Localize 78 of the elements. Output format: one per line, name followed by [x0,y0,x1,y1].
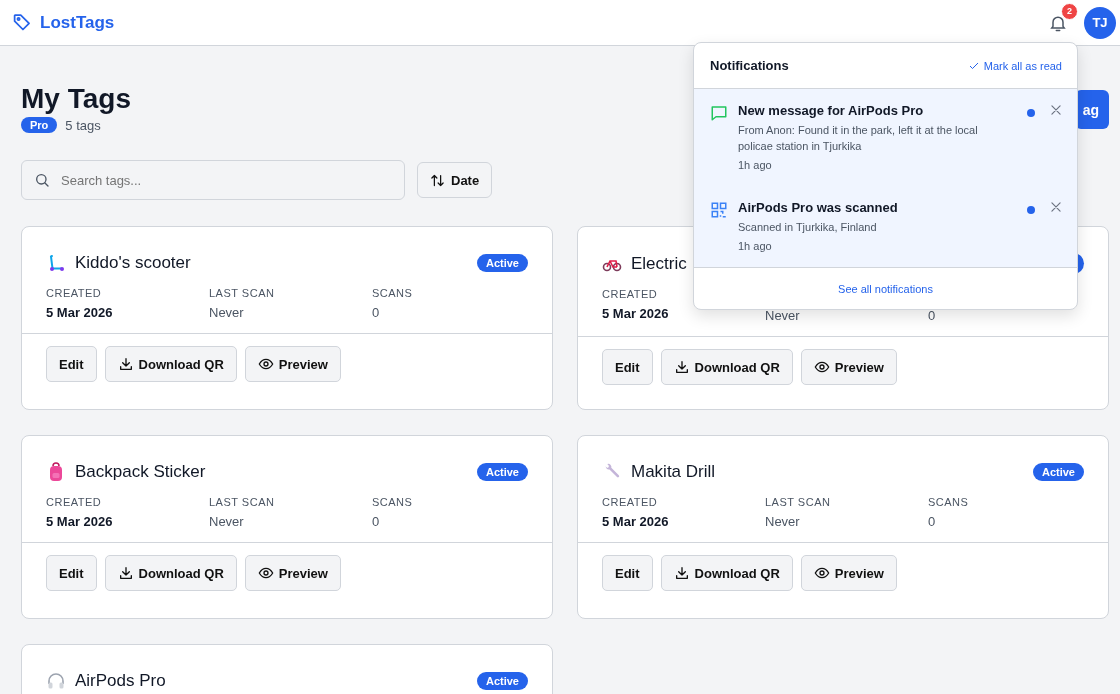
stat-value: Never [209,305,245,320]
panel-title: Notifications [710,58,789,73]
app-logo[interactable]: LostTags [40,12,115,33]
stat-label: LAST SCAN [209,287,276,299]
headphones-icon [46,671,66,691]
stat-value: 5 Mar 2026 [46,514,114,529]
tag-name: Backpack Sticker [75,462,206,482]
sort-icon [430,172,445,188]
stat-value: Never [209,514,245,529]
stat-value: Never [765,308,801,323]
close-icon[interactable] [1049,200,1063,214]
stat-label: CREATED [602,496,659,508]
card-action-button[interactable]: Edit [602,555,653,591]
card-action-button[interactable]: Download QR [660,555,793,591]
stat-value: 0 [928,514,937,529]
card-action-button[interactable]: Preview [800,349,897,385]
qr-code-icon [710,201,728,219]
see-all-link[interactable]: See all notifications [838,282,933,295]
download-icon [673,565,690,581]
card-action-button[interactable]: Download QR [104,555,237,591]
status-badge: Active [476,672,528,690]
stat-value: 5 Mar 2026 [602,306,670,321]
eye-icon [257,565,274,581]
page-title: My Tags [21,82,131,116]
notification-text: Scanned in Tjurkika, Finland [738,220,878,235]
card-action-button[interactable]: Edit [602,349,653,385]
close-icon[interactable] [1049,103,1063,117]
tag-name: Kiddo's scooter [75,253,191,273]
notification-item[interactable]: New message for AirPods Pro From Anon: Found it in the park, left it at the local policae station in Tjurkika 1h ago [694,89,1077,186]
card-action-button[interactable]: Edit [46,346,97,382]
stat-value: 5 Mar 2026 [46,305,114,320]
stat-value: 5 Mar 2026 [602,514,670,529]
stat-label: CREATED [46,496,103,508]
tag-name: Electric [631,253,687,274]
user-avatar[interactable]: TJ [1084,6,1116,39]
plan-badge: Pro [21,117,58,133]
notification-text: From Anon: Found it in the park, left it at the local policae station in Tjurkika [738,123,979,154]
stat-value: Never [765,514,801,529]
notification-title: AirPods Pro was scanned [738,200,899,215]
tag-icon [12,12,33,33]
tag-name: AirPods Pro [75,671,166,691]
stat-label: CREATED [602,288,659,300]
eye-icon [813,359,830,375]
card-action-button[interactable]: Download QR [104,346,237,382]
stat-label: SCANS [372,287,414,299]
eye-icon [257,356,274,372]
card-action-button[interactable]: Download QR [660,349,793,385]
notification-item[interactable]: AirPods Pro was scanned Scanned in Tjurkika, Finland 1h ago [694,186,1077,267]
status-badge: Active [476,463,528,481]
notification-title: New message for AirPods Pro [738,103,925,118]
stat-label: LAST SCAN [209,496,276,508]
notification-count: 2 [1061,2,1078,20]
stat-label: LAST SCAN [765,496,832,508]
download-icon [117,565,134,581]
card-action-button[interactable]: Preview [244,346,341,382]
tag-count: 5 tags [65,117,101,133]
stat-label: CREATED [46,287,103,299]
mark-all-read-button[interactable]: Mark all as read [967,59,1062,72]
download-icon [673,359,690,375]
tag-name: Makita Drill [631,462,716,482]
chat-icon [710,104,728,122]
download-icon [117,356,134,372]
notification-time: 1h ago [738,158,773,173]
sort-button[interactable]: Date [417,162,493,198]
card-action-button[interactable]: Preview [244,555,341,591]
stat-label: SCANS [928,496,970,508]
status-badge: Active [1032,463,1084,481]
stat-label: SCANS [372,496,414,508]
search-field[interactable]: Search tags... [21,160,405,200]
stat-value: 0 [928,308,937,323]
status-badge: Active [476,254,528,272]
card-action-button[interactable]: Preview [800,555,897,591]
stat-value: 0 [372,514,381,529]
eye-icon [813,565,830,581]
search-icon [34,172,50,188]
notification-time: 1h ago [738,239,773,254]
stat-value: 0 [372,305,381,320]
card-action-button[interactable]: Edit [46,555,97,591]
